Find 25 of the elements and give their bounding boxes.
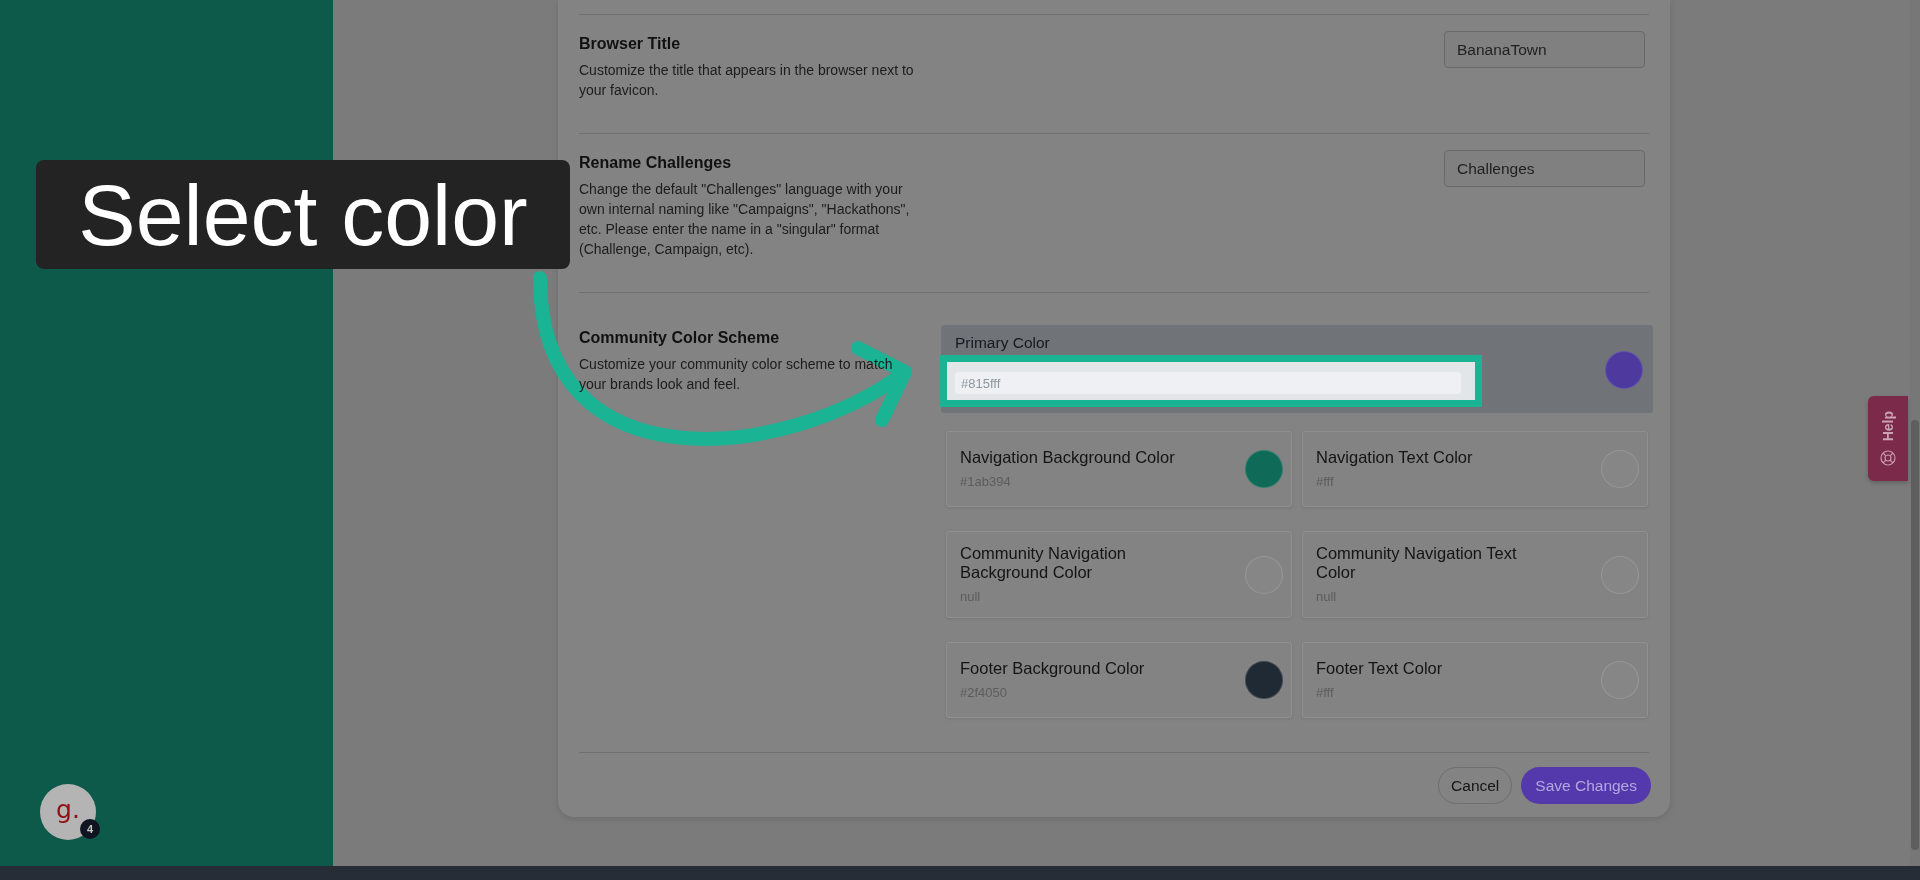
setting-description: Customize the title that appears in the browser next to your favicon. (579, 61, 915, 100)
scrollbar-thumb[interactable] (1911, 420, 1919, 850)
notification-badge: 4 (80, 819, 100, 839)
color-label: Community Navigation Text Color (1316, 544, 1518, 582)
setting-title: Browser Title (579, 34, 682, 54)
color-label: Footer Text Color (1316, 659, 1443, 678)
color-swatch[interactable] (1245, 661, 1283, 699)
setting-title: Rename Challenges (579, 153, 733, 173)
tooltip-caption: Select color (78, 171, 528, 258)
color-label: Navigation Text Color (1316, 448, 1473, 467)
color-swatch[interactable] (1245, 450, 1283, 488)
color-label: Footer Background Color (960, 659, 1145, 678)
color-label: Primary Color (955, 333, 1051, 352)
help-tab[interactable]: Help (1868, 396, 1908, 481)
save-button[interactable]: Save Changes (1521, 767, 1651, 804)
setting-title: Community Color Scheme (579, 328, 781, 348)
lifebuoy-icon (1880, 449, 1896, 466)
color-label: Navigation Background Color (960, 448, 1175, 467)
text-input-field[interactable]: Challenges (1444, 150, 1645, 187)
color-swatch[interactable] (1605, 351, 1643, 389)
cancel-button[interactable]: Cancel (1438, 767, 1513, 804)
color-value-field[interactable]: #815fff (955, 372, 1461, 394)
setting-description: Change the default "Challenges" language with your own internal naming like "Campaigns", "Hackathons", etc. Please enter the name in a "singular" format (Challenge, Campaign, etc). (579, 180, 911, 259)
text-input-field[interactable]: BananaTown (1444, 31, 1645, 68)
color-label: Community Navigation Background Color (960, 544, 1127, 582)
